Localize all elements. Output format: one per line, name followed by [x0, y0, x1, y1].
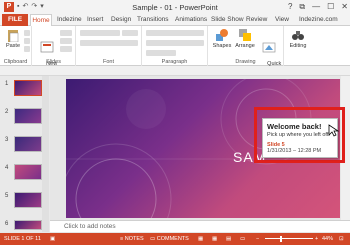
help-button[interactable]: ? [288, 2, 292, 11]
thumb-number: 4 [5, 165, 9, 171]
popup-datetime: 1/31/2013 – 12:28 PM [267, 148, 322, 154]
font-size-select[interactable] [122, 30, 138, 36]
mouse-cursor-icon [328, 124, 339, 137]
zoom-level[interactable]: 44% [322, 233, 333, 245]
tab-design[interactable]: Design [111, 14, 131, 26]
slide-show-icon[interactable]: ▭ [240, 233, 245, 245]
title-bar: P ▪ ↶ ↷ ▾ Sample - 01 - PowerPoint ? ⧉ —… [0, 0, 350, 14]
group-clipboard: Paste Clipboard [0, 26, 32, 66]
thumb-number: 3 [5, 137, 9, 143]
slide-thumbnail[interactable] [14, 108, 42, 124]
shapes-button[interactable]: Shapes [211, 28, 233, 49]
fit-to-window-icon[interactable]: ⊡ [339, 233, 344, 245]
slide-thumbnail[interactable] [14, 192, 42, 208]
paste-button[interactable]: Paste [3, 28, 23, 49]
arrange-icon [238, 28, 252, 42]
maximize-button[interactable]: ☐ [327, 2, 334, 11]
slide-thumbnail[interactable] [14, 136, 42, 152]
group-label-paragraph: Paragraph [161, 59, 188, 65]
group-label-slides: Slides [46, 59, 61, 65]
paste-icon [6, 28, 20, 43]
font-name-select[interactable] [80, 30, 120, 36]
ribbon-tabs: FILE Home Indezine Insert Design Transit… [0, 14, 350, 27]
cut-icon[interactable] [24, 30, 30, 36]
zoom-slider[interactable] [265, 238, 313, 239]
group-font: Font [76, 26, 142, 66]
layout-icon[interactable] [60, 30, 72, 36]
popup-subtitle: Pick up where you left off: [267, 132, 330, 138]
thumbnails-scrollbar[interactable] [42, 76, 49, 232]
notes-button[interactable]: ≡ NOTES [120, 233, 144, 245]
ribbon: Paste Clipboard New Slide Slides Font Pa… [0, 26, 350, 73]
slide-sorter-icon[interactable]: ▦ [212, 233, 217, 245]
binoculars-icon [291, 28, 305, 42]
thumb-number: 5 [5, 193, 9, 199]
minimize-button[interactable]: — [312, 2, 320, 11]
popup-title: Welcome back! [267, 122, 322, 131]
slide-thumbnail[interactable] [14, 80, 42, 96]
tab-insert[interactable]: Insert [87, 14, 103, 26]
zoom-slider-thumb[interactable] [280, 236, 282, 242]
tab-file[interactable]: FILE [2, 14, 28, 26]
tab-review[interactable]: Review [246, 14, 267, 26]
tab-animations[interactable]: Animations [175, 14, 207, 26]
ribbon-display-button[interactable]: ⧉ [299, 2, 305, 11]
tab-transitions[interactable]: Transitions [137, 14, 169, 26]
group-label-font: Font [102, 59, 114, 65]
font-format-row[interactable] [80, 40, 138, 46]
tab-slide-show[interactable]: Slide Show [211, 14, 244, 26]
thumb-number: 1 [5, 81, 9, 87]
normal-view-icon[interactable]: ▦ [198, 233, 203, 245]
proofing-icon[interactable]: ▣ [50, 233, 55, 245]
zoom-in-icon[interactable]: + [315, 233, 318, 245]
tab-indezine[interactable]: Indezine [57, 14, 82, 26]
group-label-clipboard: Clipboard [3, 59, 28, 65]
group-label-drawing: Drawing [235, 59, 256, 65]
text-direction-row[interactable] [146, 50, 176, 56]
slide-counter: SLIDE 1 OF 11 [4, 236, 41, 242]
group-editing: Editing [284, 26, 312, 66]
new-slide-icon [40, 40, 54, 54]
thumb-number: 6 [5, 221, 9, 227]
copy-icon[interactable] [24, 38, 30, 44]
shapes-icon [215, 28, 229, 42]
view-toolbar [0, 66, 350, 76]
slide-thumbnail[interactable] [14, 164, 42, 180]
zoom-out-icon[interactable]: − [256, 233, 259, 245]
group-slides: New Slide Slides [32, 26, 76, 73]
status-bar: SLIDE 1 OF 11 ▣ ≡ NOTES ▭ COMMENTS ▦ ▦ ▤… [0, 233, 350, 245]
section-icon[interactable] [60, 46, 72, 52]
quick-styles-icon [262, 40, 276, 54]
tab-view[interactable]: View [275, 14, 289, 26]
tab-indezine-com[interactable]: Indezine.com [299, 14, 338, 26]
close-button[interactable]: ✕ [341, 2, 348, 11]
align-buttons-row[interactable] [146, 40, 204, 46]
notes-pane[interactable]: Click to add notes [50, 220, 350, 232]
editing-button[interactable]: Editing [287, 28, 309, 49]
group-drawing: Shapes Arrange Quick Styles Drawing [208, 26, 284, 73]
slide-thumbnail[interactable] [14, 220, 42, 230]
comments-button[interactable]: ▭ COMMENTS [150, 233, 189, 245]
arrange-button[interactable]: Arrange [234, 28, 256, 49]
group-paragraph: Paragraph [142, 26, 208, 66]
list-buttons-row[interactable] [146, 30, 204, 36]
thumb-number: 2 [5, 109, 9, 115]
reading-view-icon[interactable]: ▤ [226, 233, 231, 245]
window-controls: ? ⧉ — ☐ ✕ [288, 2, 348, 11]
format-painter-icon[interactable] [24, 46, 30, 52]
reset-icon[interactable] [60, 38, 72, 44]
